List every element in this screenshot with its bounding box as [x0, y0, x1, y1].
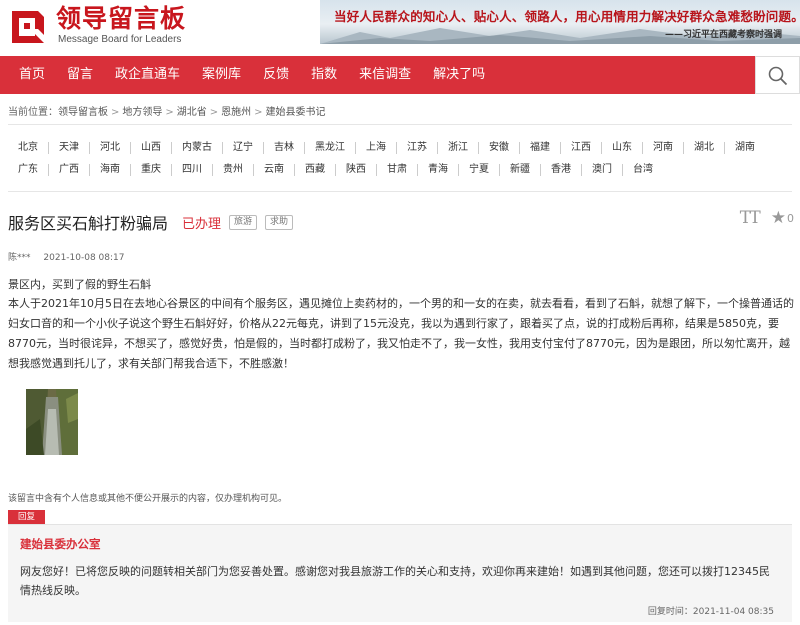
font-size-icon[interactable]: TT [740, 208, 761, 228]
province-link[interactable]: 江西 [561, 142, 602, 154]
slogan-banner: 当好人民群众的知心人、贴心人、领路人，用心用情用力解决好群众急难愁盼问题。 ——… [320, 0, 800, 44]
province-link[interactable]: 河南 [643, 142, 684, 154]
message-body: 本人于2021年10月5日在去地心谷景区的中间有个服务区，遇见摊位上卖药材的，一… [8, 297, 794, 370]
breadcrumb-separator: > [165, 107, 174, 118]
province-link[interactable]: 湖北 [684, 142, 725, 154]
breadcrumb-item[interactable]: 地方领导 [122, 107, 162, 118]
logo-title: 领导留言板 [56, 4, 187, 33]
province-link[interactable]: 天津 [49, 142, 90, 154]
province-link[interactable]: 海南 [90, 164, 131, 176]
message-meta: 陈*** 2021-10-08 08:17 [8, 250, 125, 263]
province-link[interactable]: 北京 [8, 142, 49, 154]
province-link[interactable]: 甘肃 [377, 164, 418, 176]
divider [8, 191, 792, 192]
nav-item-home[interactable]: 首页 [8, 56, 56, 94]
author-name: 陈*** [8, 253, 31, 263]
nav-item-message[interactable]: 留言 [56, 56, 104, 94]
province-link[interactable]: 西藏 [295, 164, 336, 176]
province-link[interactable]: 河北 [90, 142, 131, 154]
message-tools: TT ★ 0 [740, 208, 794, 228]
nav-item-survey[interactable]: 来信调查 [348, 56, 422, 94]
site-logo[interactable]: 领导留言板 Message Board for Leaders [8, 4, 198, 48]
province-link[interactable]: 辽宁 [223, 142, 264, 154]
star-icon[interactable]: ★ [771, 208, 786, 228]
reply-time: 回复时间：2021-11-04 08:35 [648, 604, 774, 617]
province-link[interactable]: 福建 [520, 142, 561, 154]
province-link[interactable]: 云南 [254, 164, 295, 176]
tag-help[interactable]: 求助 [265, 214, 294, 230]
reply-time-label: 回复时间： [647, 607, 693, 617]
status-badge: 已办理 [182, 216, 222, 232]
province-link[interactable]: 吉林 [264, 142, 305, 154]
province-link[interactable]: 山西 [131, 142, 172, 154]
province-link[interactable]: 宁夏 [459, 164, 500, 176]
logo-subtitle: Message Board for Leaders [58, 34, 182, 45]
logo-mark-icon [12, 11, 44, 43]
site-header: 领导留言板 Message Board for Leaders 当好人民群众的知… [0, 0, 800, 55]
main-nav: 首页 留言 政企直通车 案例库 反馈 指数 来信调查 解决了吗 [0, 56, 800, 94]
province-link[interactable]: 澳门 [582, 164, 623, 176]
province-link[interactable]: 广西 [49, 164, 90, 176]
province-link[interactable]: 湖南 [725, 142, 765, 154]
banner-quote: ——习近平在西藏考察时强调 [664, 30, 782, 40]
province-link[interactable]: 青海 [418, 164, 459, 176]
message-title: 服务区买石斛打粉骗局 [8, 214, 169, 233]
message-heading: 景区内，买到了假的野生石斛 [8, 278, 151, 291]
province-link[interactable]: 黑龙江 [305, 142, 356, 154]
breadcrumb-item[interactable]: 建始县委书记 [266, 107, 326, 118]
breadcrumb-separator: > [111, 107, 120, 118]
post-date: 2021-10-08 08:17 [43, 253, 125, 263]
photo-thumbnail [26, 389, 78, 455]
nav-item-feedback[interactable]: 反馈 [252, 56, 300, 94]
breadcrumb: 当前位置：领导留言板 > 地方领导 > 湖北省 > 恩施州 > 建始县委书记 [8, 103, 326, 118]
search-button[interactable] [755, 56, 800, 94]
nav-item-resolved[interactable]: 解决了吗 [422, 56, 496, 94]
favorite-count: 0 [787, 211, 794, 225]
province-link[interactable]: 山东 [602, 142, 643, 154]
nav-item-index[interactable]: 指数 [300, 56, 348, 94]
province-link[interactable]: 陕西 [336, 164, 377, 176]
reply-organization: 建始县委办公室 [20, 537, 101, 551]
breadcrumb-item[interactable]: 领导留言板 [58, 107, 108, 118]
privacy-disclaimer: 该留言中含有个人信息或其他不便公开展示的内容，仅办理机构可见。 [8, 494, 288, 504]
province-link[interactable]: 安徽 [479, 142, 520, 154]
divider [8, 124, 792, 125]
breadcrumb-separator: > [254, 107, 263, 118]
reply-text: 网友您好！已将您反映的问题转相关部门为您妥善处置。感谢您对我县旅游工作的关心和支… [20, 565, 770, 597]
province-link[interactable]: 香港 [541, 164, 582, 176]
province-link[interactable]: 浙江 [438, 142, 479, 154]
province-link[interactable]: 重庆 [131, 164, 172, 176]
province-link[interactable]: 上海 [356, 142, 397, 154]
breadcrumb-item[interactable]: 恩施州 [221, 107, 251, 118]
nav-item-cases[interactable]: 案例库 [191, 56, 252, 94]
nav-item-enterprise[interactable]: 政企直通车 [104, 56, 191, 94]
search-icon [768, 66, 788, 86]
province-link[interactable]: 台湾 [623, 164, 663, 176]
province-link[interactable]: 广东 [8, 164, 49, 176]
province-link[interactable]: 江苏 [397, 142, 438, 154]
province-link[interactable]: 新疆 [500, 164, 541, 176]
reply-time-value: 2021-11-04 08:35 [692, 607, 774, 617]
province-link[interactable]: 贵州 [213, 164, 254, 176]
message-title-row: 服务区买石斛打粉骗局 已办理 旅游 求助 [8, 210, 294, 234]
reply-section: 建始县委办公室 网友您好！已将您反映的问题转相关部门为您妥善处置。感谢您对我县旅… [8, 524, 792, 622]
province-link[interactable]: 四川 [172, 164, 213, 176]
breadcrumb-separator: > [209, 107, 219, 118]
province-list-row-1: 北京 天津 河北 山西 内蒙古 辽宁 吉林 黑龙江 上海 江苏 浙江 安徽 福建 江西 山东 河南 湖北 湖南 [8, 138, 765, 158]
tag-tourism[interactable]: 旅游 [229, 214, 258, 230]
province-list-row-2: 广东 广西 海南 重庆 四川 贵州 云南 西藏 陕西 甘肃 青海 宁夏 新疆 香港 澳门 台湾 [8, 160, 663, 180]
reply-badge: 回复 [8, 510, 45, 524]
province-link[interactable]: 内蒙古 [172, 142, 223, 154]
breadcrumb-item[interactable]: 湖北省 [177, 107, 207, 118]
breadcrumb-prefix: 当前位置： [8, 107, 58, 118]
banner-slogan: 当好人民群众的知心人、贴心人、领路人，用心用情用力解决好群众急难愁盼问题。 [334, 9, 800, 24]
attached-photo[interactable] [26, 389, 78, 455]
